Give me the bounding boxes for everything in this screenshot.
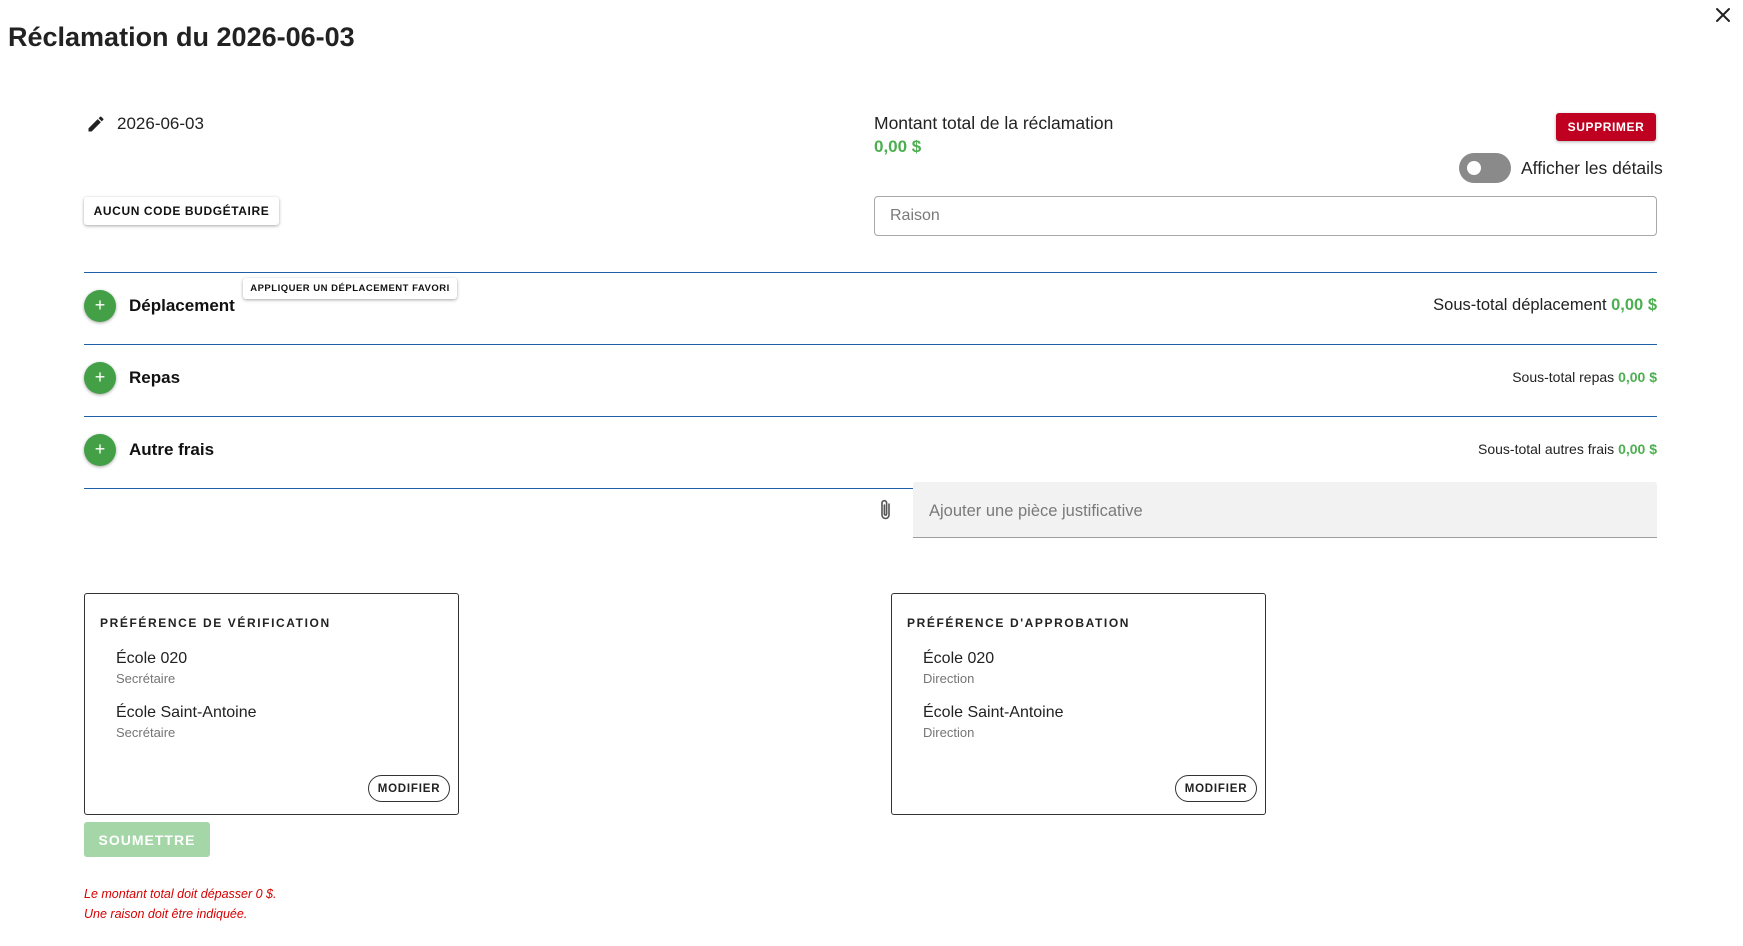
modify-verification-button[interactable]: MODIFIER — [368, 775, 450, 802]
subtotal-meals-label: Sous-total repas — [1512, 369, 1615, 385]
approval-entry-role: Direction — [923, 671, 975, 686]
section-divider — [84, 344, 1657, 345]
budget-code-button[interactable]: AUCUN CODE BUDGÉTAIRE — [84, 197, 279, 225]
subtotal-travel: Sous-total déplacement 0,00 $ — [1433, 296, 1657, 315]
total-label: Montant total de la réclamation — [874, 113, 1114, 133]
approval-preference-card: PRÉFÉRENCE D'APPROBATION École 020 Direc… — [891, 593, 1266, 815]
approval-entry-role: Direction — [923, 725, 975, 740]
subtotal-other-amount: 0,00 $ — [1618, 441, 1657, 457]
paperclip-icon[interactable] — [875, 497, 897, 523]
add-travel-button[interactable]: + — [84, 290, 116, 322]
toggle-knob — [1467, 161, 1481, 175]
subtotal-travel-label: Sous-total déplacement — [1433, 296, 1607, 314]
pencil-icon[interactable] — [86, 114, 106, 134]
approval-card-title: PRÉFÉRENCE D'APPROBATION — [907, 616, 1131, 630]
subtotal-meals: Sous-total repas 0,00 $ — [1512, 369, 1657, 385]
attachment-field[interactable]: Ajouter une pièce justificative — [913, 482, 1657, 538]
submit-button[interactable]: SOUMETTRE — [84, 822, 210, 857]
verification-entry-role: Secrétaire — [116, 671, 176, 686]
section-title-meals: Repas — [129, 368, 181, 387]
verification-entry-role: Secrétaire — [116, 725, 176, 740]
close-icon[interactable] — [1712, 4, 1734, 26]
modify-approval-button[interactable]: MODIFIER — [1175, 775, 1257, 802]
details-toggle[interactable] — [1459, 153, 1511, 183]
approval-entry-name: École Saint-Antoine — [923, 704, 1064, 721]
subtotal-meals-amount: 0,00 $ — [1618, 369, 1657, 385]
subtotal-other-label: Sous-total autres frais — [1478, 441, 1615, 457]
error-message: Une raison doit être indiquée. — [84, 907, 248, 921]
reason-input[interactable] — [874, 196, 1657, 236]
verification-card-title: PRÉFÉRENCE DE VÉRIFICATION — [100, 616, 331, 630]
section-divider — [84, 272, 1657, 273]
total-amount: 0,00 $ — [874, 137, 922, 156]
add-other-expense-button[interactable]: + — [84, 434, 116, 466]
verification-entry-name: École Saint-Antoine — [116, 704, 257, 721]
approval-entry-name: École 020 — [923, 650, 995, 667]
delete-button[interactable]: SUPPRIMER — [1556, 113, 1656, 141]
verification-entry-name: École 020 — [116, 650, 188, 667]
section-title-other: Autre frais — [129, 440, 215, 459]
apply-favorite-travel-button[interactable]: APPLIQUER UN DÉPLACEMENT FAVORI — [243, 278, 457, 299]
verification-preference-card: PRÉFÉRENCE DE VÉRIFICATION École 020 Sec… — [84, 593, 459, 815]
subtotal-other: Sous-total autres frais 0,00 $ — [1478, 441, 1657, 457]
add-meal-button[interactable]: + — [84, 362, 116, 394]
section-title-travel: Déplacement — [129, 296, 235, 315]
details-toggle-label: Afficher les détails — [1521, 158, 1663, 178]
page-title: Réclamation du 2026-06-03 — [8, 22, 355, 52]
subtotal-travel-amount: 0,00 $ — [1611, 296, 1657, 314]
claim-date: 2026-06-03 — [117, 114, 204, 133]
section-divider — [84, 416, 1657, 417]
error-message: Le montant total doit dépasser 0 $. — [84, 887, 277, 901]
